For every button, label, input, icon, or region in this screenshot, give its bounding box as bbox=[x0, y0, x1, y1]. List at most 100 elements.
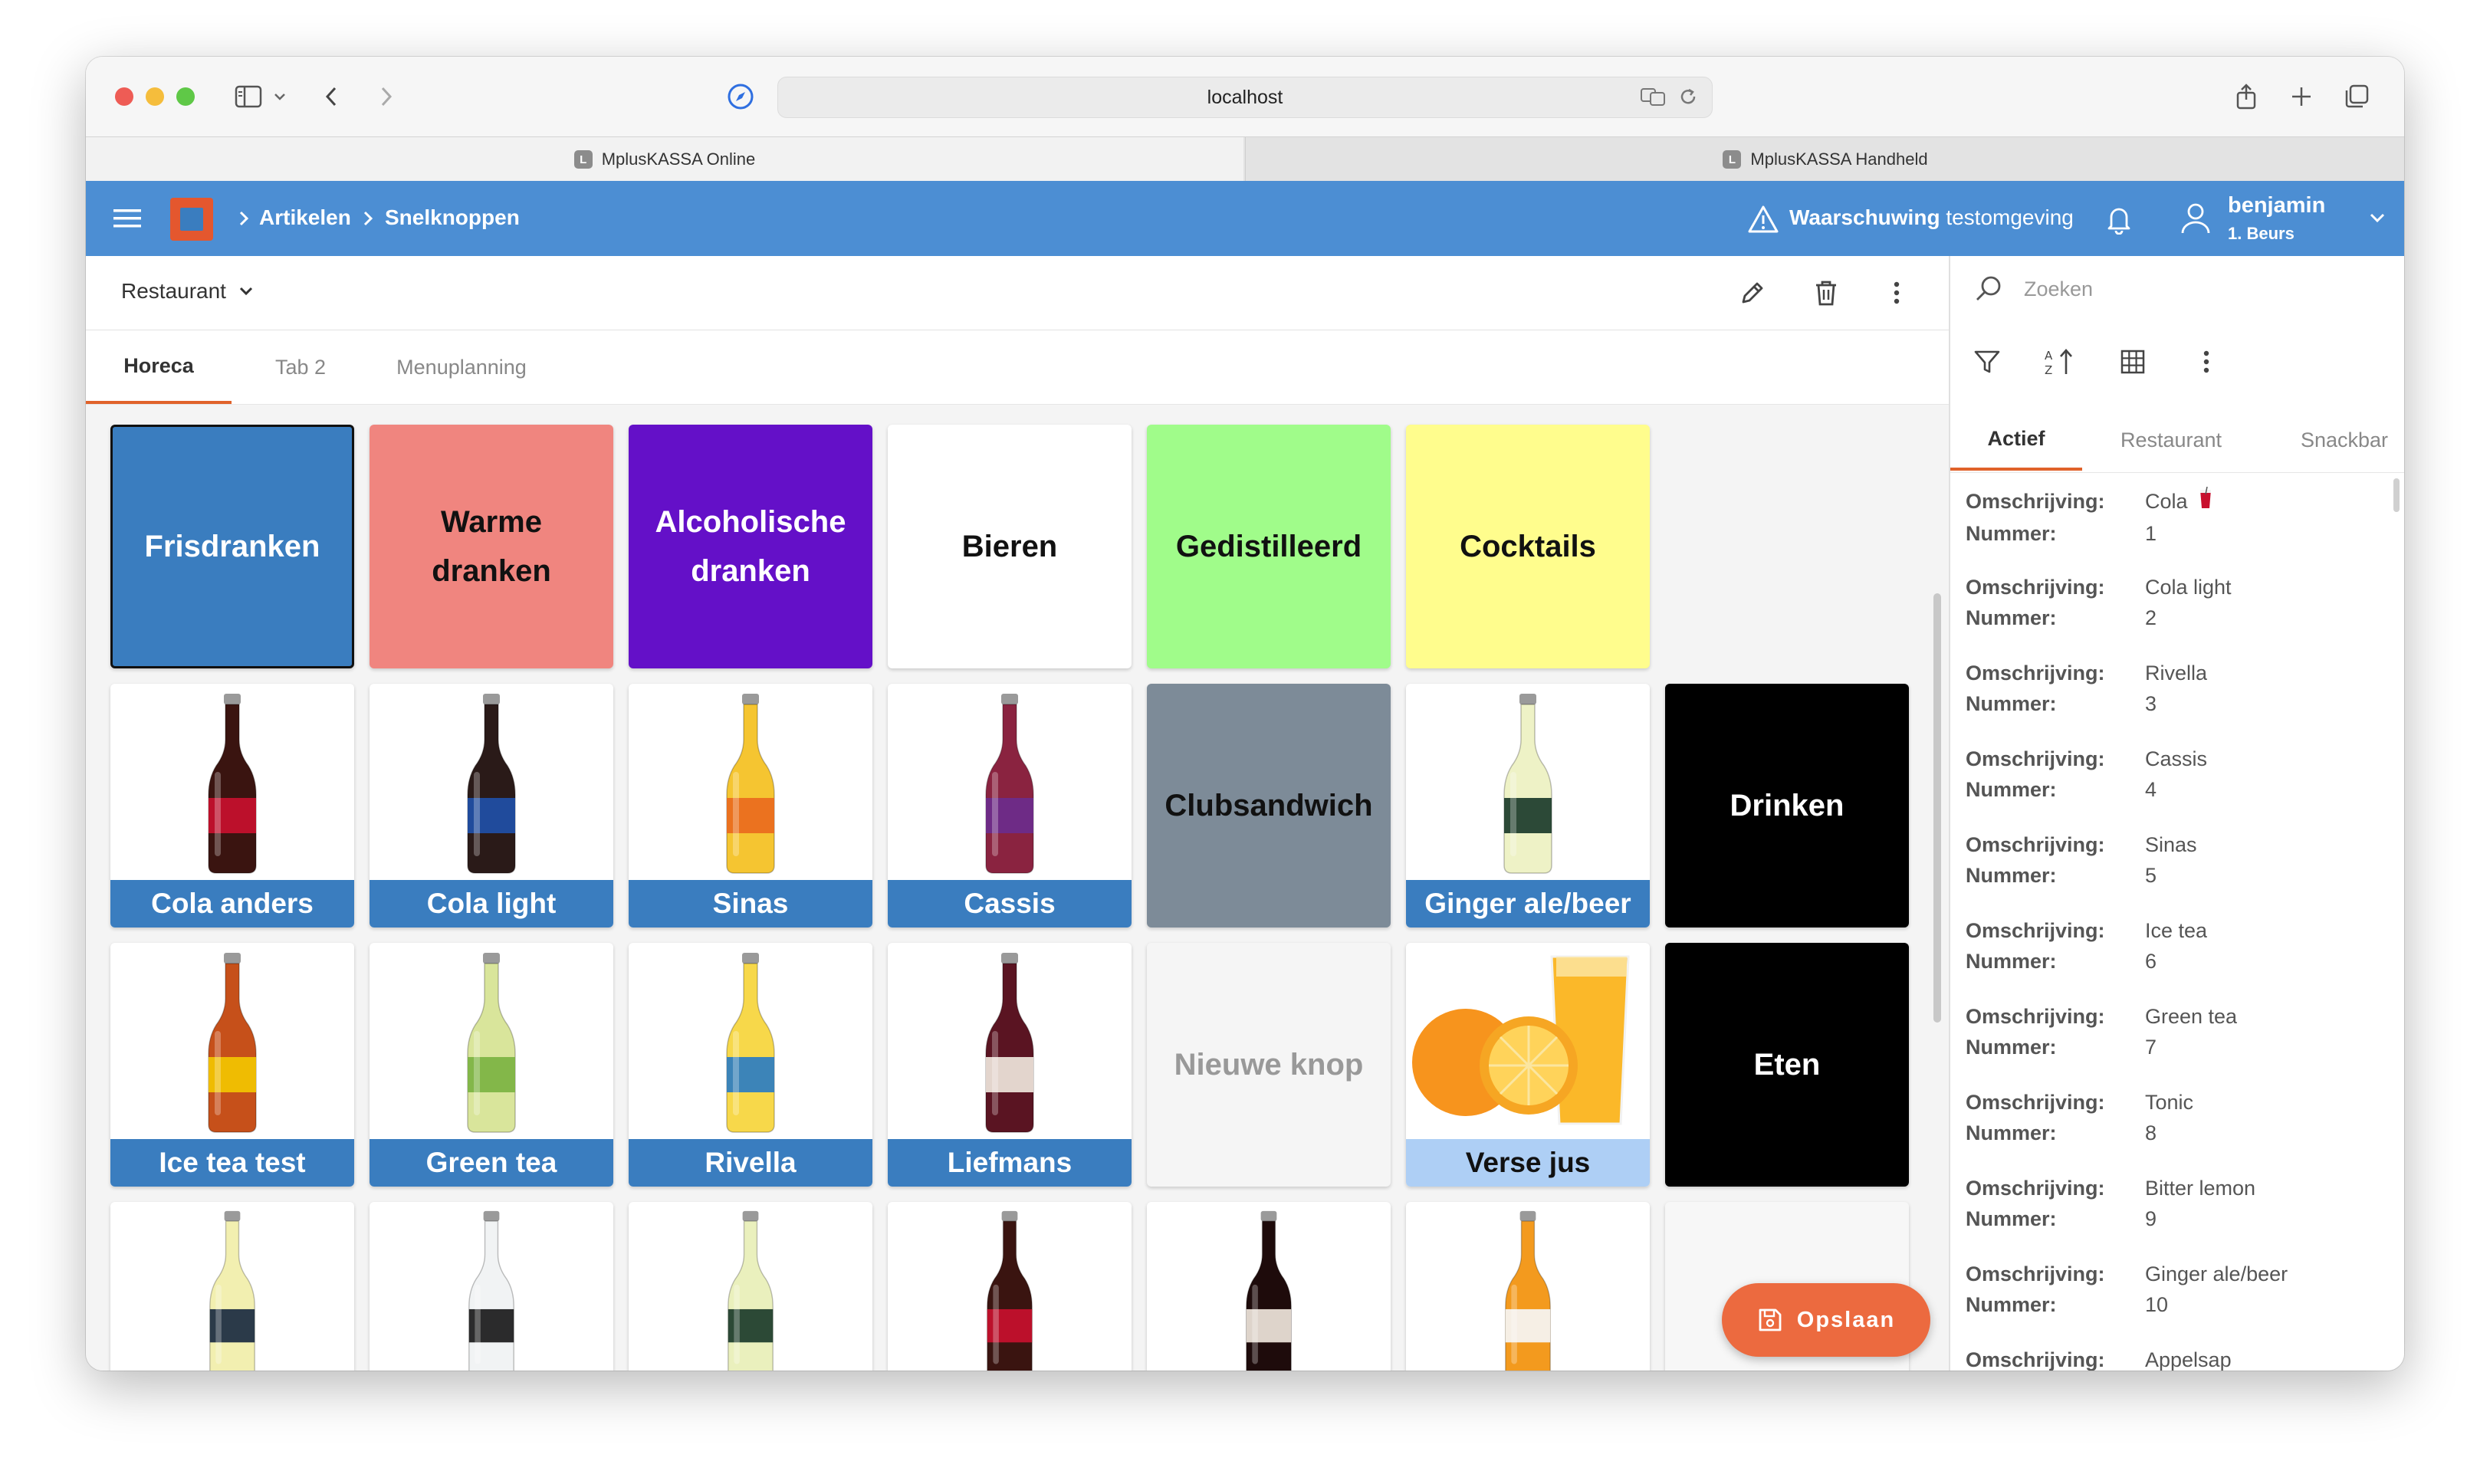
tile-ice-tea-test[interactable]: Ice tea test bbox=[110, 943, 354, 1187]
tile-rivella[interactable]: Rivella bbox=[629, 943, 872, 1187]
tab-restaurant[interactable]: Restaurant bbox=[2082, 409, 2260, 471]
tile-sinas[interactable]: Sinas bbox=[629, 684, 872, 927]
tile-cola-light[interactable]: Cola light bbox=[370, 684, 613, 927]
bottle-image bbox=[467, 694, 516, 874]
browser-tab-handheld[interactable]: L MplusKASSA Handheld bbox=[1245, 137, 2404, 182]
close-window-button[interactable] bbox=[115, 87, 133, 106]
sidebar-toggle-icon[interactable] bbox=[232, 80, 265, 113]
tile-nieuwe-knop[interactable]: Nieuwe knop bbox=[1147, 943, 1391, 1187]
browser-tab-online[interactable]: L MplusKASSA Online bbox=[86, 137, 1243, 182]
list-item[interactable]: Omschrijving: Ice tea Nummer: 6 bbox=[1966, 915, 2207, 977]
tile-product-22[interactable] bbox=[629, 1202, 872, 1371]
article-side-panel: Zoeken AZ Actief Restaurant Snackbar Oms… bbox=[1949, 256, 2404, 1371]
edit-icon[interactable] bbox=[1736, 276, 1769, 310]
breadcrumb-snelknoppen[interactable]: Snelknoppen bbox=[385, 205, 520, 230]
tab-menuplanning[interactable]: Menuplanning bbox=[370, 330, 554, 404]
tab-overview-icon[interactable] bbox=[2340, 80, 2373, 113]
tile-bieren[interactable]: Bieren bbox=[888, 425, 1132, 668]
tile-label: Green tea bbox=[370, 1139, 613, 1187]
num-key: Nummer: bbox=[1966, 778, 2057, 801]
num-key: Nummer: bbox=[1966, 1121, 2057, 1144]
main-scrollbar[interactable] bbox=[1933, 593, 1941, 1023]
tab-actief[interactable]: Actief bbox=[1950, 409, 2082, 471]
list-item[interactable]: Omschrijving: Tonic Nummer: 8 bbox=[1966, 1087, 2193, 1148]
favicon-icon: L bbox=[573, 150, 593, 169]
tile-label: Gedistilleerd bbox=[1175, 530, 1362, 563]
save-button[interactable]: Opslaan bbox=[1722, 1283, 1930, 1357]
list-item[interactable]: Omschrijving: Bitter lemon Nummer: 9 bbox=[1966, 1173, 2255, 1234]
translate-icon[interactable] bbox=[1640, 87, 1666, 107]
side-scrollbar[interactable] bbox=[2393, 478, 2400, 512]
user-name[interactable]: benjamin bbox=[2228, 193, 2325, 218]
search-input[interactable]: Zoeken bbox=[2024, 277, 2377, 308]
tile-cola-anders[interactable]: Cola anders bbox=[110, 684, 354, 927]
app-logo[interactable] bbox=[170, 198, 213, 241]
tile-eten[interactable]: Eten bbox=[1665, 943, 1909, 1187]
search-icon[interactable] bbox=[1972, 271, 2005, 305]
browser-window: localhost L MplusKASSA Online L MplusKAS… bbox=[86, 57, 2404, 1371]
tile-cocktails[interactable]: Cocktails bbox=[1406, 425, 1650, 668]
tile-product-25[interactable] bbox=[1406, 1202, 1650, 1371]
tile-cassis[interactable]: Cassis bbox=[888, 684, 1132, 927]
tab-tab-2[interactable]: Tab 2 bbox=[232, 330, 370, 404]
tile-product-23[interactable] bbox=[888, 1202, 1132, 1371]
list-item[interactable]: Omschrijving: Rivella Nummer: 3 bbox=[1966, 658, 2207, 719]
bottle-image bbox=[208, 953, 257, 1133]
tile-green-tea[interactable]: Green tea bbox=[370, 943, 613, 1187]
bell-icon[interactable] bbox=[2104, 202, 2134, 236]
tile-label: Eten bbox=[1753, 1048, 1821, 1082]
zoom-window-button[interactable] bbox=[176, 87, 195, 106]
back-icon[interactable] bbox=[314, 80, 348, 113]
user-icon[interactable] bbox=[2179, 201, 2212, 236]
chevron-down-icon[interactable] bbox=[2367, 210, 2387, 225]
bottle-image bbox=[1503, 694, 1552, 874]
menu-icon[interactable] bbox=[112, 204, 143, 233]
desc-value: Cola light bbox=[2145, 576, 2232, 599]
address-bar[interactable]: localhost bbox=[777, 77, 1713, 118]
forward-icon[interactable] bbox=[370, 80, 403, 113]
tile-gedistilleerd[interactable]: Gedistilleerd bbox=[1147, 425, 1391, 668]
trash-icon[interactable] bbox=[1809, 276, 1843, 310]
tab-snackbar[interactable]: Snackbar bbox=[2260, 409, 2404, 471]
bottle-image bbox=[209, 1210, 255, 1371]
tile-product-21[interactable] bbox=[370, 1202, 613, 1371]
list-item[interactable]: Omschrijving: Sinas Nummer: 5 bbox=[1966, 829, 2197, 891]
grid-view-icon[interactable] bbox=[2116, 345, 2150, 379]
tile-warme-dranken[interactable]: Warme dranken bbox=[370, 425, 613, 668]
reload-icon[interactable] bbox=[1678, 87, 1698, 107]
tile-product-20[interactable] bbox=[110, 1202, 354, 1371]
tile-frisdranken[interactable]: Frisdranken bbox=[110, 425, 354, 668]
restaurant-dropdown[interactable]: Restaurant bbox=[121, 279, 254, 304]
sort-icon[interactable]: AZ bbox=[2042, 345, 2078, 379]
tile-alcoholische-dranken[interactable]: Alcoholische dranken bbox=[629, 425, 872, 668]
more-vert-icon[interactable] bbox=[2189, 345, 2223, 379]
list-item[interactable]: Omschrijving: Ginger ale/beer Nummer: 10 bbox=[1966, 1259, 2288, 1320]
tile-clubsandwich[interactable]: Clubsandwich bbox=[1147, 684, 1391, 927]
tile-ginger-ale-beer[interactable]: Ginger ale/beer bbox=[1406, 684, 1650, 927]
minimize-window-button[interactable] bbox=[146, 87, 164, 106]
list-item[interactable]: Omschrijving: Cola Nummer: 1 bbox=[1966, 486, 2212, 549]
more-vert-icon[interactable] bbox=[1880, 276, 1913, 310]
tile-verse-jus[interactable]: Verse jus bbox=[1406, 943, 1650, 1187]
tile-liefmans[interactable]: Liefmans bbox=[888, 943, 1132, 1187]
list-item[interactable]: Omschrijving:AppelsapNummer: bbox=[1966, 1344, 2232, 1371]
list-item[interactable]: Omschrijving: Green tea Nummer: 7 bbox=[1966, 1001, 2237, 1062]
chevron-down-icon[interactable] bbox=[268, 80, 291, 113]
new-tab-icon[interactable] bbox=[2285, 80, 2318, 113]
list-item[interactable]: Omschrijving: Cola light Nummer: 2 bbox=[1966, 572, 2232, 633]
tile-drinken[interactable]: Drinken bbox=[1665, 684, 1909, 927]
desc-value: Rivella bbox=[2145, 662, 2208, 685]
num-key: Nummer: bbox=[1966, 606, 2057, 629]
tile-product-24[interactable] bbox=[1147, 1202, 1391, 1371]
bottle-image bbox=[985, 953, 1034, 1133]
compass-icon[interactable] bbox=[724, 80, 757, 113]
tab-horeca[interactable]: Horeca bbox=[86, 330, 232, 404]
svg-text:Z: Z bbox=[2045, 363, 2052, 377]
tile-label: Verse jus bbox=[1406, 1139, 1650, 1187]
share-icon[interactable] bbox=[2229, 80, 2263, 113]
svg-text:A: A bbox=[2045, 349, 2053, 363]
list-item[interactable]: Omschrijving: Cassis Nummer: 4 bbox=[1966, 744, 2207, 805]
filter-icon[interactable] bbox=[1970, 345, 2004, 379]
breadcrumb-artikelen[interactable]: Artikelen bbox=[259, 205, 351, 230]
tile-label: Cassis bbox=[888, 880, 1132, 927]
